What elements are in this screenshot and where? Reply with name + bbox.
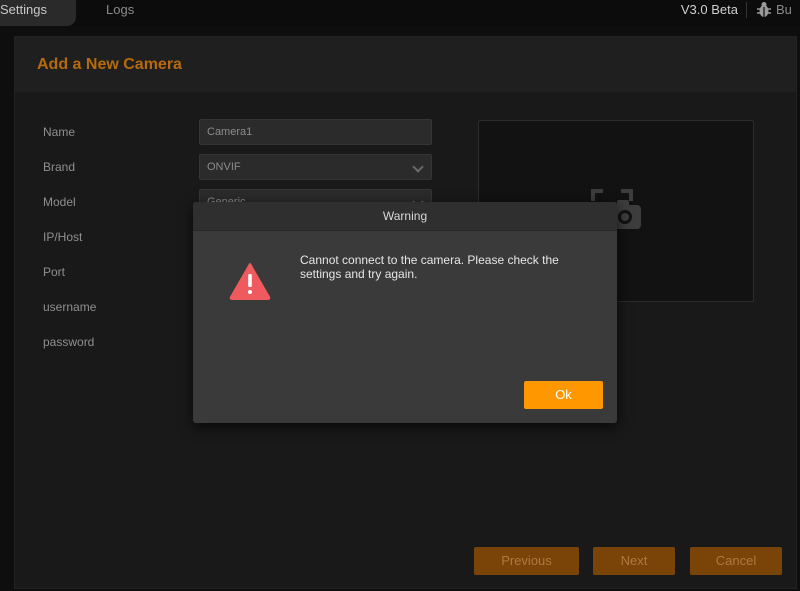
brand-value: ONVIF bbox=[207, 161, 241, 173]
version-label: V3.0 Beta bbox=[680, 2, 738, 17]
chevron-down-icon bbox=[412, 161, 424, 173]
tab-settings[interactable]: Settings bbox=[0, 0, 76, 26]
previous-button[interactable]: Previous bbox=[474, 547, 579, 575]
dialog-message: Cannot connect to the camera. Please che… bbox=[300, 253, 559, 281]
next-button[interactable]: Next bbox=[593, 547, 675, 575]
username-label: username bbox=[43, 300, 97, 314]
brand-select[interactable]: ONVIF bbox=[199, 154, 432, 180]
page-title: Add a New Camera bbox=[37, 56, 182, 73]
bug-label[interactable]: Bu bbox=[776, 2, 792, 17]
bug-icon[interactable] bbox=[756, 1, 772, 19]
warning-icon bbox=[229, 263, 271, 300]
model-label: Model bbox=[43, 195, 76, 209]
divider bbox=[746, 2, 747, 18]
panel-header: Add a New Camera bbox=[15, 37, 796, 92]
ok-button[interactable]: Ok bbox=[524, 381, 603, 409]
name-value: Camera1 bbox=[207, 126, 253, 138]
brand-label: Brand bbox=[43, 160, 76, 174]
top-bar: Settings Logs V3.0 Beta Bu bbox=[0, 0, 800, 26]
name-label: Name bbox=[43, 125, 76, 139]
warning-dialog: Warning Cannot connect to the camera. Pl… bbox=[193, 202, 617, 423]
tab-logs[interactable]: Logs bbox=[106, 0, 134, 26]
name-field[interactable]: Camera1 bbox=[199, 119, 432, 145]
cancel-button[interactable]: Cancel bbox=[690, 547, 782, 575]
dialog-title: Warning bbox=[193, 202, 617, 231]
iphost-label: IP/Host bbox=[43, 230, 83, 244]
password-label: password bbox=[43, 335, 95, 349]
port-label: Port bbox=[43, 265, 66, 279]
